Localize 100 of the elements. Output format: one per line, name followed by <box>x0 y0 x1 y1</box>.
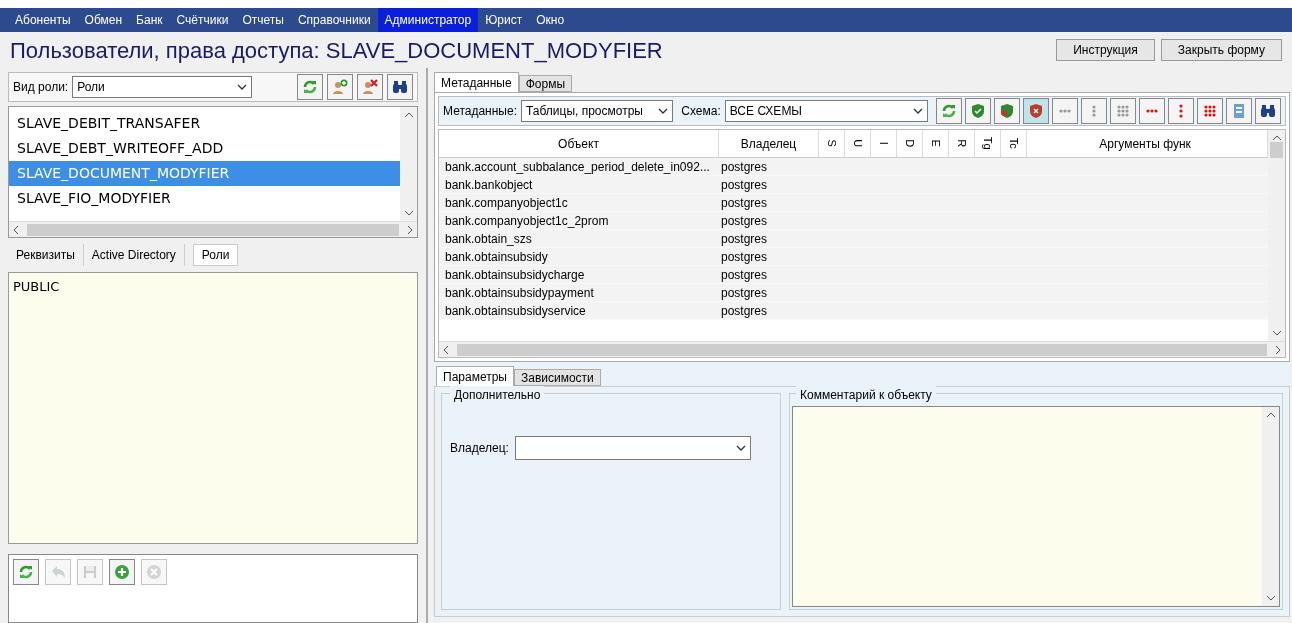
metadata-label: Метаданные: <box>443 103 517 120</box>
table-cell-text: bank.obtain_szs <box>444 230 533 248</box>
group-title: Дополнительно <box>450 386 545 404</box>
menu-item[interactable]: Обмен <box>77 8 130 32</box>
toolbar-button[interactable] <box>1023 98 1049 124</box>
table-cell-text: postgres <box>720 158 769 176</box>
toolbar-button[interactable] <box>357 74 383 100</box>
shield-icon <box>1027 102 1045 120</box>
tab[interactable]: Параметры <box>436 366 514 386</box>
role-list-item[interactable]: SLAVE_DEBIT_TRANSAFER <box>9 111 400 136</box>
tab[interactable]: Active Directory <box>83 244 185 266</box>
user-add-icon <box>331 78 349 96</box>
role-kind-label: Вид роли: <box>13 79 69 96</box>
dropdown-field[interactable]: Роли <box>72 76 253 98</box>
table-cell-text: bank.obtainsubsidyservice <box>444 302 587 320</box>
header-button[interactable]: Закрыть форму <box>1160 39 1282 61</box>
tab[interactable]: Зависимости <box>513 369 601 386</box>
table-cell-text: bank.companyobject1c_2prom <box>444 212 610 230</box>
table-cell-text: postgres <box>720 194 769 212</box>
column-header[interactable]: Владелец <box>719 130 819 157</box>
table-row[interactable]: bank.bankobject postgres <box>439 176 1268 194</box>
horizontal-scrollbar[interactable] <box>9 221 417 237</box>
table-cell-text: postgres <box>720 212 769 230</box>
schema-label: Схема: <box>681 103 721 120</box>
chevron-down-icon <box>735 445 746 451</box>
table-row[interactable]: bank.obtainsubsidyservice postgres <box>439 302 1268 320</box>
shield-icon <box>969 102 987 120</box>
chevron-down-icon <box>913 108 923 114</box>
refresh-icon <box>301 78 319 96</box>
binoculars-icon <box>391 78 409 96</box>
scroll-thumb[interactable] <box>27 223 399 236</box>
table-cell-text: bank.obtainsubsidypayment <box>444 284 595 302</box>
menu-item[interactable]: Абоненты <box>8 8 78 32</box>
menu-item[interactable]: Банк <box>129 8 170 32</box>
chevron-down-icon <box>237 84 248 90</box>
table-row[interactable]: bank.account_subbalance_period_delete_in092... postgres <box>439 158 1268 176</box>
column-header[interactable]: S <box>819 130 845 157</box>
scroll-down-icon <box>1265 594 1276 602</box>
column-header[interactable]: R <box>949 130 975 157</box>
header-button[interactable]: Инструкция <box>1056 39 1155 61</box>
group-title: Комментарий к объекту <box>796 386 936 404</box>
toolbar-button[interactable] <box>1197 98 1223 124</box>
table-cell-text: bank.companyobject1c <box>444 194 569 212</box>
tab[interactable]: Метаданные <box>434 72 519 92</box>
role-list-item[interactable]: SLAVE_FIO_MODYFIER <box>9 186 400 211</box>
column-header[interactable]: Объект <box>439 130 719 157</box>
table-cell-text: postgres <box>720 176 769 194</box>
vertical-scrollbar[interactable] <box>1268 130 1285 341</box>
dots-column-icon <box>1092 105 1096 117</box>
tab[interactable]: Роли <box>192 244 239 266</box>
vertical-scrollbar[interactable] <box>1262 407 1279 606</box>
scroll-thumb[interactable] <box>1270 142 1283 158</box>
table-row[interactable]: bank.obtainsubsidypayment postgres <box>439 284 1268 302</box>
dropdown-field[interactable]: Таблицы, просмотры <box>521 100 674 122</box>
dots-column-icon <box>1179 104 1183 118</box>
owner-dropdown[interactable] <box>514 436 751 460</box>
scroll-thumb[interactable] <box>457 343 1267 356</box>
toolbar-button[interactable] <box>387 74 413 100</box>
dots-row-icon <box>1146 109 1158 113</box>
menu-item[interactable]: Окно <box>529 8 572 32</box>
table-row[interactable]: bank.obtain_szs postgres <box>439 230 1268 248</box>
table-row[interactable]: bank.obtainsubsidycharge postgres <box>439 266 1268 284</box>
table-cell-text: postgres <box>720 302 769 320</box>
scroll-down-icon <box>1271 329 1282 337</box>
table-cell-text: bank.obtainsubsidy <box>444 248 549 266</box>
dots-row-icon <box>1059 109 1071 113</box>
scroll-up-icon <box>403 111 414 119</box>
toolbar-button[interactable] <box>965 98 991 124</box>
toolbar-button[interactable] <box>1255 98 1281 124</box>
column-header[interactable]: U <box>845 130 871 157</box>
column-header[interactable]: Tg <box>975 130 1001 157</box>
scroll-up-icon <box>1271 134 1282 142</box>
tab[interactable]: Формы <box>518 75 573 92</box>
scroll-up-icon <box>1265 411 1276 419</box>
table-cell-text: postgres <box>720 248 769 266</box>
dropdown-field[interactable]: ВСЕ СХЕМЫ <box>724 100 928 122</box>
vertical-scrollbar[interactable] <box>400 107 417 221</box>
table-row[interactable]: bank.obtainsubsidy postgres <box>439 248 1268 266</box>
menu-item[interactable]: Администратор <box>377 8 479 32</box>
column-header[interactable]: I <box>871 130 897 157</box>
tab[interactable]: Реквизиты <box>8 244 84 266</box>
granted-role-item[interactable]: PUBLIC <box>13 277 413 297</box>
toolbar-button[interactable] <box>994 98 1020 124</box>
binoculars-icon <box>1259 102 1277 120</box>
table-cell-text: bank.account_subbalance_period_delete_in092... <box>444 158 711 176</box>
menu-item[interactable]: Юрист <box>478 8 530 32</box>
menu-item[interactable]: Отчеты <box>235 8 291 32</box>
table-row[interactable]: bank.companyobject1c postgres <box>439 194 1268 212</box>
refresh-icon <box>17 563 35 581</box>
cancel-circle-icon <box>145 563 163 581</box>
refresh-icon <box>940 102 958 120</box>
horizontal-scrollbar[interactable] <box>439 341 1285 357</box>
table-row[interactable]: bank.companyobject1c_2prom postgres <box>439 212 1268 230</box>
menu-item[interactable]: Справочники <box>290 8 378 32</box>
menu-item[interactable]: Счётчики <box>169 8 236 32</box>
role-list-item[interactable]: SLAVE_DEBT_WRITEOFF_ADD <box>9 136 400 161</box>
column-header[interactable]: D <box>897 130 923 157</box>
user-remove-icon <box>361 78 379 96</box>
column-header[interactable]: Tc <box>1001 130 1027 157</box>
column-header[interactable]: E <box>923 130 949 157</box>
